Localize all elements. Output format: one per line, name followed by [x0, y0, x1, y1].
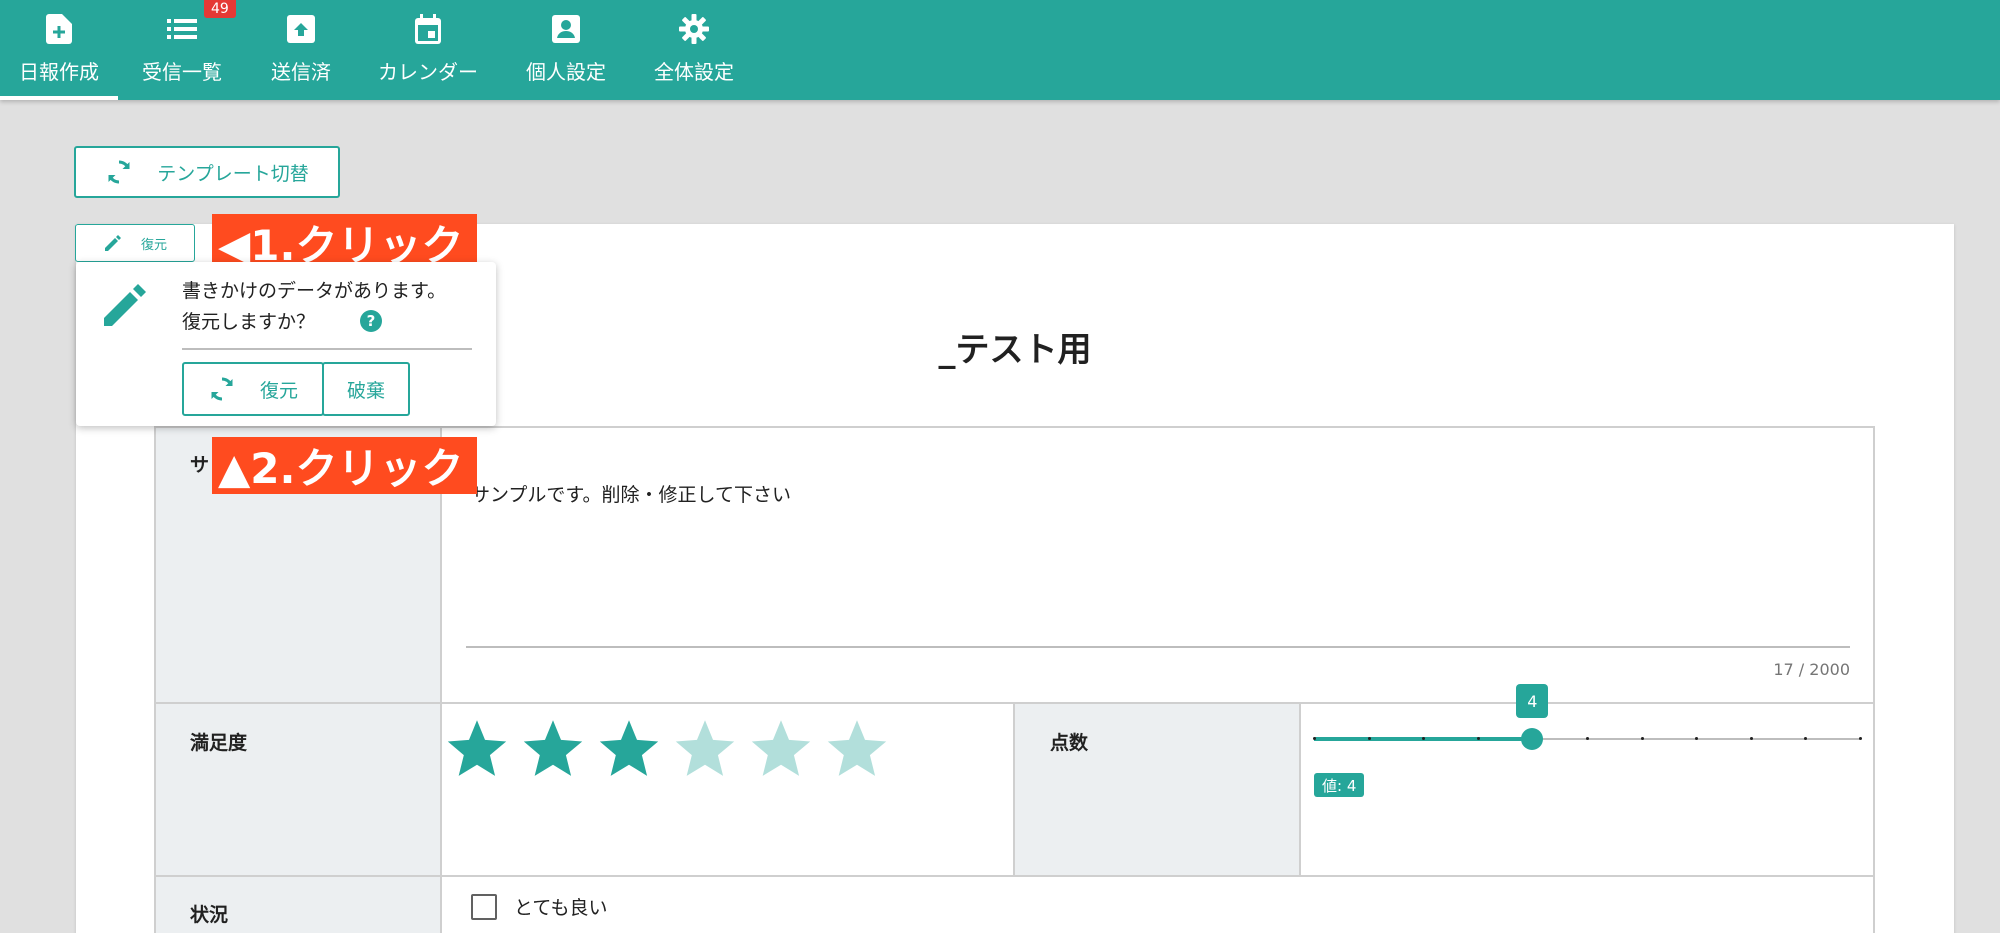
nav-label: 日報作成 — [19, 60, 99, 84]
nav-item-sent[interactable]: 送信済 — [260, 0, 342, 100]
nav-item-personal-settings[interactable]: 個人設定 — [520, 0, 612, 100]
pencil-icon — [102, 282, 148, 332]
popup-restore-button[interactable]: 復元 — [182, 362, 324, 416]
template-switch-button[interactable]: テンプレート切替 — [74, 146, 340, 198]
nav-item-global-settings[interactable]: 全体設定 — [648, 0, 740, 100]
popup-restore-label: 復元 — [259, 379, 298, 402]
star-icon[interactable] — [750, 720, 812, 780]
slider-tick — [1586, 737, 1589, 740]
slider-tick — [1749, 737, 1753, 740]
popup-message-line-1: 書きかけのデータがあります。 — [182, 280, 447, 302]
field-label-satisfaction: 満足度 — [190, 732, 248, 754]
refresh-icon — [105, 158, 133, 186]
character-counter: 17 / 2000 — [1773, 660, 1850, 679]
divider — [440, 426, 442, 933]
nav-label: カレンダー — [378, 60, 478, 84]
nav-item-create-report[interactable]: 日報作成 — [0, 0, 118, 100]
sample-textarea[interactable]: サンプルです。削除・修正して下さい — [471, 480, 791, 507]
new-document-icon — [42, 12, 76, 46]
restore-draft-popup: 書きかけのデータがあります。 復元しますか？ ? 復元 破棄 — [76, 262, 496, 426]
textarea-underline — [466, 646, 1850, 648]
top-nav-bar: 日報作成 受信一覧 49 送信済 カレンダー 個人設定 全体設定 — [0, 0, 2000, 100]
slider-tick — [1367, 737, 1371, 740]
star-icon[interactable] — [446, 720, 508, 780]
unread-count-badge: 49 — [204, 0, 236, 18]
field-label-score: 点数 — [1050, 732, 1089, 754]
nav-label: 個人設定 — [526, 60, 606, 84]
field-label-sample: サ — [190, 454, 210, 476]
status-checkbox[interactable] — [471, 894, 497, 920]
slider-tick — [1640, 737, 1644, 740]
slider-tick — [1313, 737, 1316, 740]
restore-draft-button[interactable]: 復元 — [75, 224, 195, 262]
refresh-icon — [208, 375, 236, 403]
divider — [1013, 702, 1015, 877]
score-value-chip: 値: 4 — [1314, 773, 1365, 797]
person-box-icon — [549, 12, 583, 46]
template-switch-label: テンプレート切替 — [157, 162, 309, 185]
status-option-label: とても良い — [514, 897, 608, 919]
pencil-icon — [103, 233, 123, 253]
divider — [154, 426, 156, 933]
satisfaction-rating[interactable] — [446, 720, 888, 780]
nav-label: 受信一覧 — [142, 60, 222, 84]
star-icon[interactable] — [826, 720, 888, 780]
archive-icon — [284, 12, 318, 46]
restore-draft-label: 復元 — [140, 237, 167, 253]
popup-divider — [182, 348, 472, 350]
score-slider-value-label: 4 — [1516, 684, 1549, 718]
star-icon[interactable] — [522, 720, 584, 780]
help-icon[interactable]: ? — [360, 310, 382, 332]
annotation-step-2: ▲2.クリック — [212, 437, 477, 494]
gear-icon — [677, 12, 711, 46]
star-icon[interactable] — [598, 720, 660, 780]
divider — [1299, 702, 1301, 877]
slider-tick — [1859, 737, 1862, 740]
nav-label: 全体設定 — [654, 60, 734, 84]
field-label-status: 状況 — [190, 904, 229, 926]
nav-label: 送信済 — [271, 60, 331, 84]
divider — [1873, 426, 1875, 933]
star-icon[interactable] — [674, 720, 736, 780]
divider — [154, 426, 1875, 428]
popup-message-line-2: 復元しますか？ — [182, 311, 316, 333]
popup-discard-label: 破棄 — [346, 379, 385, 402]
nav-item-calendar[interactable]: カレンダー — [370, 0, 486, 100]
calendar-icon — [411, 12, 445, 46]
popup-discard-button[interactable]: 破棄 — [322, 362, 410, 416]
slider-tick — [1476, 737, 1480, 740]
list-icon — [165, 12, 199, 46]
